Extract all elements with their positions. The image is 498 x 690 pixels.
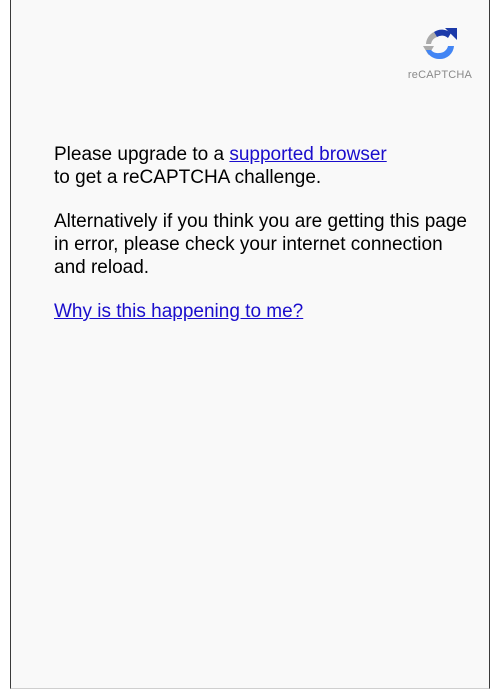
recaptcha-logo-icon: [423, 28, 457, 60]
why-is-this-happening-link[interactable]: Why is this happening to me?: [54, 301, 303, 322]
why-paragraph: Why is this happening to me?: [54, 300, 474, 323]
alternative-paragraph: Alternatively if you think you are getti…: [54, 211, 467, 278]
upgrade-browser-paragraph: Please upgrade to a supported browser to…: [54, 143, 474, 189]
fallback-message: Please upgrade to a supported browser to…: [54, 143, 474, 344]
supported-browser-link[interactable]: supported browser: [229, 144, 386, 165]
upgrade-text-suffix: to get a reCAPTCHA challenge.: [54, 167, 322, 188]
recaptcha-logo-label: reCAPTCHA: [407, 69, 473, 81]
recaptcha-logo: reCAPTCHA: [401, 22, 479, 81]
upgrade-text-prefix: Please upgrade to a: [54, 144, 230, 165]
recaptcha-fallback-frame: reCAPTCHA Please upgrade to a supported …: [10, 0, 490, 689]
